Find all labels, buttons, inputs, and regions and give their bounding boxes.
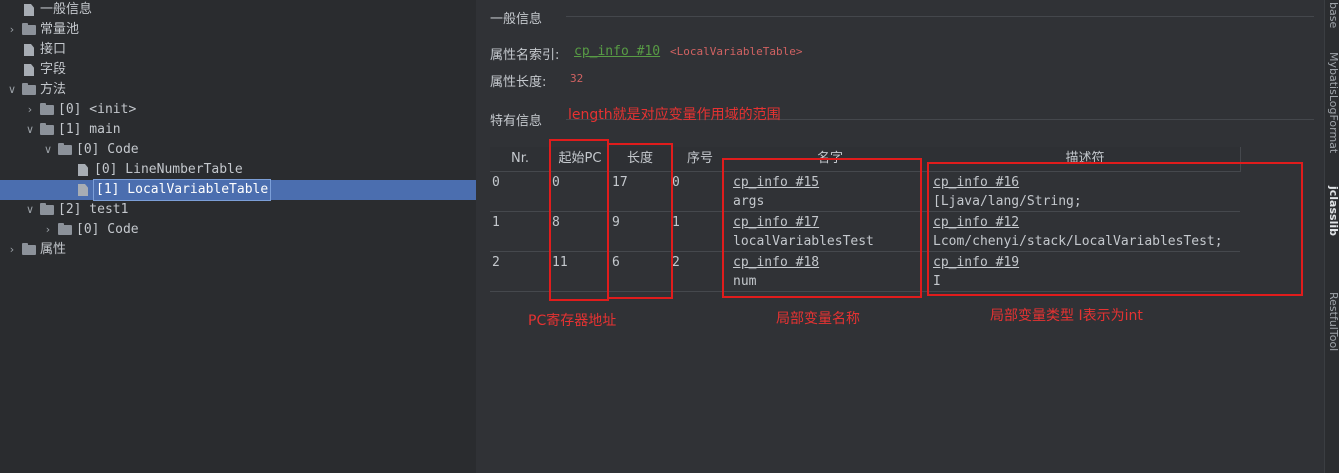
folder-icon [40,123,54,135]
name-highlight [722,158,922,298]
folder-icon [58,223,72,235]
tree-item-label: 方法 [40,82,67,97]
table-cell-nr: 2 [492,255,500,270]
file-icon [24,4,34,16]
length-annotation: length就是对应变量作用域的范围 [568,107,781,123]
length-value: 32 [570,72,584,85]
folder-icon [58,143,72,155]
table-cell-index: 1 [672,215,680,230]
tree-item[interactable]: › [0] <init> [0,100,476,120]
tree-item[interactable]: ∨ 方法 [0,80,476,100]
tree-item-label: 接口 [40,42,67,57]
tree-item-label: [0] Code [76,222,139,237]
pc-annotation: PC寄存器地址 [528,313,617,329]
side-tab-mybatislogformat[interactable]: MybatisLogFormat [1327,52,1339,153]
file-icon [24,44,34,56]
file-icon [24,64,34,76]
name-index-link[interactable]: cp_info #10 [574,44,660,59]
table-cell-index: 0 [672,175,680,190]
tree-item-label: [1] main [58,122,121,137]
tree-item[interactable]: › 属性 [0,240,476,260]
file-icon [78,164,88,176]
chevron-right-icon[interactable]: › [6,240,18,260]
column-header[interactable]: Nr. [490,147,551,172]
descriptor-highlight [927,162,1303,296]
tree-item[interactable]: 接口 [0,40,476,60]
tree-item-label: [0] LineNumberTable [94,162,243,177]
structure-tree: 一般信息 › 常量池接口字段 ∨ 方法 › [0] <init> ∨ [1] main ∨ [0] … [0,0,476,473]
table-cell-nr: 0 [492,175,500,190]
name-index-value: <LocalVariableTable> [670,45,803,58]
folder-icon [22,23,36,35]
tree-item[interactable]: › 常量池 [0,20,476,40]
tree-item-label: [0] Code [76,142,139,157]
type-annotation: 局部变量类型 I表示为int [990,308,1143,324]
name-annotation: 局部变量名称 [776,311,860,327]
side-tab-restfultool[interactable]: RestfulTool [1327,292,1339,351]
folder-icon [22,243,36,255]
tree-item[interactable]: ∨ [1] main [0,120,476,140]
specific-info-title: 特有信息 [490,114,543,129]
tree-item-label: 常量池 [40,22,80,37]
chevron-right-icon[interactable]: › [42,220,54,240]
chevron-down-icon[interactable]: ∨ [24,120,36,140]
tree-item[interactable]: › [0] Code [0,220,476,240]
tree-item-label: 字段 [40,62,67,77]
name-index-label: 属性名索引: [490,48,560,63]
table-cell-nr: 1 [492,215,500,230]
local-variable-table: Nr. 起始PC 长度 序号 名字 描述符 0 0 17 0 cp_info #15 args cp_i… [490,139,1310,301]
tree-item[interactable]: 字段 [0,60,476,80]
tree-item-label: 一般信息 [40,2,93,17]
chevron-right-icon[interactable]: › [24,100,36,120]
tree-item[interactable]: ∨ [2] test1 [0,200,476,220]
length-highlight [607,143,673,299]
tree-item-label: [1] LocalVariableTable [92,179,272,201]
tool-window-strip: base MybatisLogFormat jclasslib RestfulTool [1324,0,1339,473]
detail-panel: 一般信息 属性名索引: cp_info #10 <LocalVariableTa… [476,0,1324,473]
divider [566,16,1314,17]
file-icon [78,184,88,196]
chevron-down-icon[interactable]: ∨ [42,140,54,160]
chevron-right-icon[interactable]: › [6,20,18,40]
tree-item[interactable]: 一般信息 [0,0,476,20]
folder-icon [22,83,36,95]
side-tab-base[interactable]: base [1327,2,1339,28]
side-tab-jclasslib[interactable]: jclasslib [1327,186,1339,236]
tree-item[interactable]: [1] LocalVariableTable [0,179,476,201]
general-info-title: 一般信息 [490,12,543,27]
table-cell-index: 2 [672,255,680,270]
chevron-down-icon[interactable]: ∨ [6,80,18,100]
tree-item-label: 属性 [40,242,67,257]
start-pc-highlight [549,139,609,301]
chevron-down-icon[interactable]: ∨ [24,200,36,220]
tree-item-label: [2] test1 [58,202,129,217]
length-label: 属性长度: [490,75,547,90]
folder-icon [40,103,54,115]
tree-item[interactable]: ∨ [0] Code [0,140,476,160]
folder-icon [40,203,54,215]
tree-item[interactable]: [0] LineNumberTable [0,160,476,180]
tree-item-label: [0] <init> [58,102,137,117]
